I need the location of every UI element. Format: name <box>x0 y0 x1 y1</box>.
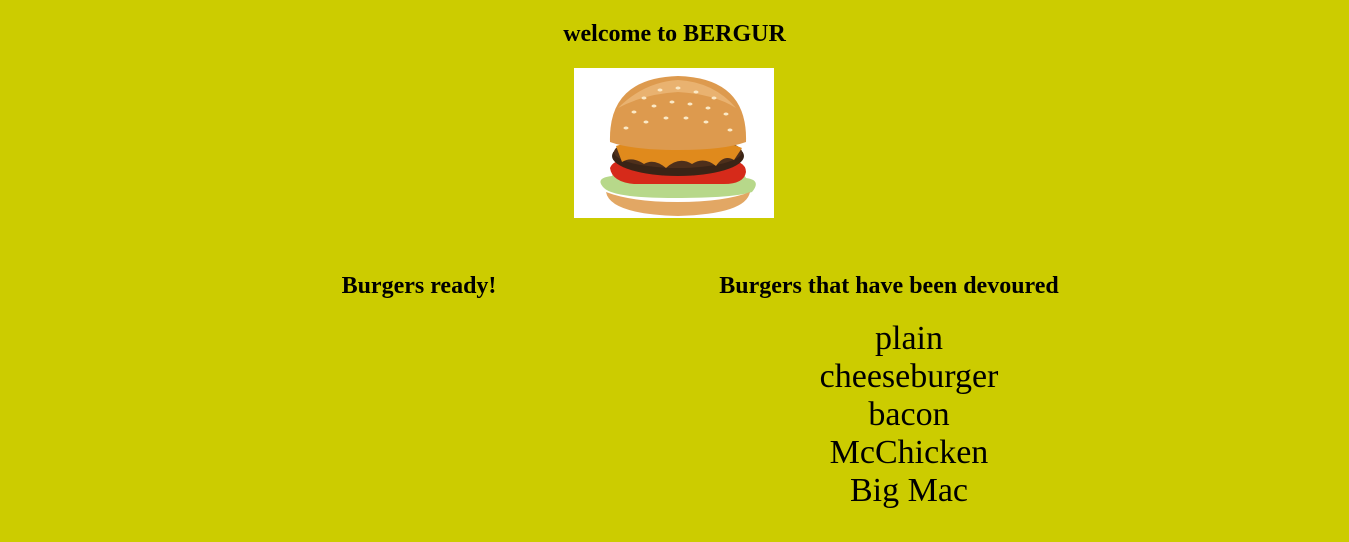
burger-icon <box>600 76 756 216</box>
devoured-item-cheeseburger: cheeseburger <box>819 358 999 395</box>
burgers-ready-heading: Burgers ready! <box>341 273 497 299</box>
devoured-item-bacon: bacon <box>868 396 950 433</box>
devoured-item-plain: plain <box>875 320 943 357</box>
burger-image <box>574 68 774 218</box>
devoured-list: plain cheeseburger bacon McChicken Big M… <box>759 320 1059 510</box>
page: welcome to BERGUR Burgers ready! Burgers… <box>0 0 1349 542</box>
devoured-item-big-mac: Big Mac <box>849 472 969 509</box>
page-title: welcome to BERGUR <box>563 21 786 47</box>
devoured-item-mcchicken: McChicken <box>829 434 989 471</box>
burgers-devoured-heading: Burgers that have been devoured <box>719 273 1059 299</box>
